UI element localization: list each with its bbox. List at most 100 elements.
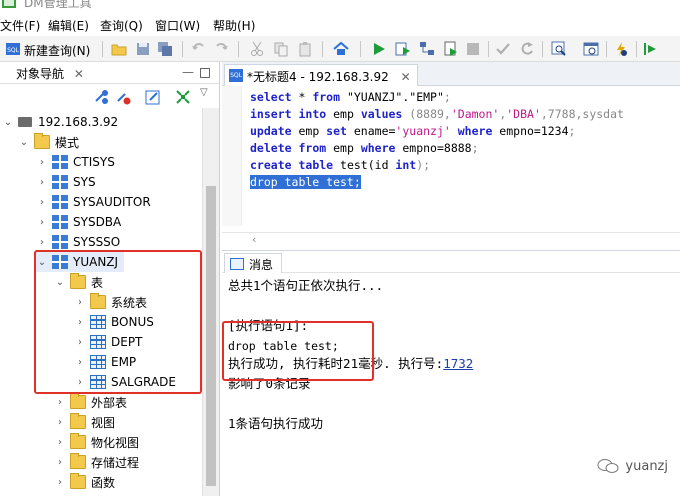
scrollbar-thumb[interactable] <box>206 186 216 486</box>
view-menu-icon[interactable]: ▽ <box>200 87 208 98</box>
expand-arrow-icon[interactable]: › <box>74 332 86 352</box>
cut-icon[interactable] <box>248 40 266 58</box>
execution-number-link[interactable]: 1732 <box>443 356 473 371</box>
save-all-icon[interactable] <box>156 40 174 58</box>
expand-arrow-icon[interactable]: › <box>36 232 48 252</box>
calendar-icon[interactable] <box>582 40 600 58</box>
tree-node-schema[interactable]: › SYS <box>36 172 96 192</box>
tree-node-folder[interactable]: › 视图 <box>54 412 115 432</box>
navigator-scrollbar[interactable] <box>202 108 219 496</box>
tree-node-schema[interactable]: › CTISYS <box>36 152 115 172</box>
explain-plan-icon[interactable] <box>418 40 436 58</box>
menu-edit[interactable]: 编辑(E) <box>48 17 89 34</box>
code-line[interactable]: insert into emp values (8889,'Damon','DB… <box>250 106 680 123</box>
code-line[interactable]: delete from emp where empno=8888; <box>250 140 680 157</box>
collapse-arrow-icon[interactable]: ⌄ <box>2 112 14 132</box>
tree-node-schema[interactable]: › SYSSSO <box>36 232 120 252</box>
collapse-arrow-icon[interactable]: ⌄ <box>54 272 66 292</box>
step-into-icon[interactable] <box>642 40 660 58</box>
sql-text: test(id <box>333 158 396 172</box>
expand-arrow-icon[interactable]: › <box>54 452 66 472</box>
tree-node-schema-selected[interactable]: ⌄ YUANZJ <box>36 252 125 272</box>
navigator-tabbar: 对象导航 ✕ — <box>0 62 219 84</box>
paste-icon[interactable] <box>296 40 314 58</box>
tree-node-tables[interactable]: ⌄ 表 <box>54 272 103 292</box>
collapse-arrow-icon[interactable]: ⌄ <box>18 132 30 152</box>
schema-label: SYSSSO <box>73 235 121 249</box>
tab-object-navigator[interactable]: 对象导航 ✕ <box>0 62 88 84</box>
menu-file[interactable]: 文件(F) <box>0 17 40 34</box>
new-query-button[interactable]: 新建查询(N) <box>24 42 90 59</box>
tree-node-schemas[interactable]: ⌄ 模式 <box>18 132 79 152</box>
execute-icon[interactable] <box>370 40 388 58</box>
tree-node-system-tables[interactable]: › 系统表 <box>74 292 147 312</box>
save-icon[interactable] <box>134 40 152 58</box>
tree-node-table[interactable]: › DEPT <box>74 332 142 352</box>
message-icon <box>230 258 244 270</box>
expand-arrow-icon[interactable]: › <box>54 432 66 452</box>
edit-icon[interactable] <box>144 88 162 106</box>
close-icon[interactable]: ✕ <box>74 67 84 81</box>
sql-text: emp <box>326 107 361 121</box>
tree-node-table[interactable]: › EMP <box>74 352 136 372</box>
maximize-icon[interactable] <box>200 68 210 78</box>
editor-horizontal-scrollbar[interactable]: ‹ <box>222 232 680 248</box>
tree-node-table[interactable]: › BONUS <box>74 312 154 332</box>
minimize-icon[interactable]: — <box>182 65 194 79</box>
disconnect-icon[interactable] <box>114 88 132 106</box>
expand-arrow-icon[interactable]: › <box>74 312 86 332</box>
open-folder-icon[interactable] <box>110 40 128 58</box>
expand-arrow-icon[interactable]: › <box>74 372 86 392</box>
tree-node-folder[interactable]: › 函数 <box>54 472 115 492</box>
tree-node-folder[interactable]: › 物化视图 <box>54 432 139 452</box>
expand-all-icon[interactable] <box>174 88 192 106</box>
schema-icon <box>52 175 68 189</box>
code-line[interactable]: drop table test; <box>250 174 680 191</box>
expand-arrow-icon[interactable]: › <box>36 212 48 232</box>
rollback-icon[interactable] <box>518 40 536 58</box>
tab-messages[interactable]: 消息 <box>224 253 283 273</box>
expand-arrow-icon[interactable]: › <box>54 412 66 432</box>
scroll-left-icon[interactable]: ‹ <box>252 233 256 246</box>
execute-script-icon[interactable] <box>442 40 460 58</box>
collapse-arrow-icon[interactable]: ⌄ <box>36 252 48 272</box>
home-icon[interactable] <box>332 40 350 58</box>
tab-sql-editor[interactable]: SQL *无标题4 - 192.168.3.92 ✕ <box>224 64 418 86</box>
sql-text: * <box>291 90 313 104</box>
tree-node-server[interactable]: ⌄ 192.168.3.92 <box>2 112 118 132</box>
selected-code: drop table test; <box>250 175 361 189</box>
sql-keyword: create <box>250 158 292 172</box>
close-icon[interactable]: ✕ <box>401 70 411 84</box>
find-icon[interactable] <box>550 40 568 58</box>
debug-icon[interactable] <box>612 40 630 58</box>
tree-node-folder[interactable]: › 存储过程 <box>54 452 139 472</box>
tree-node-schema[interactable]: › SYSAUDITOR <box>36 192 151 212</box>
expand-arrow-icon[interactable]: › <box>54 392 66 412</box>
code-line[interactable]: create table test(id int); <box>250 157 680 174</box>
menu-help[interactable]: 帮助(H) <box>213 17 255 34</box>
expand-arrow-icon[interactable]: › <box>54 472 66 492</box>
menu-window[interactable]: 窗口(W) <box>155 17 200 34</box>
expand-arrow-icon[interactable]: › <box>36 192 48 212</box>
commit-icon[interactable] <box>494 40 512 58</box>
expand-arrow-icon[interactable]: › <box>36 172 48 192</box>
message-panel: 消息 总共1个语句正依次执行... [执行语句1]: drop table te… <box>222 250 680 496</box>
redo-icon[interactable] <box>212 40 230 58</box>
connect-icon[interactable] <box>92 88 110 106</box>
tree-node-table[interactable]: › SALGRADE <box>74 372 176 392</box>
stop-icon[interactable] <box>464 40 482 58</box>
expand-arrow-icon[interactable]: › <box>74 352 86 372</box>
sql-code-area[interactable]: select * from "YUANZJ"."EMP"; insert into… <box>250 89 680 239</box>
tree-node-folder[interactable]: › 外部表 <box>54 392 127 412</box>
code-line[interactable]: update emp set ename='yuanzj' where empn… <box>250 123 680 140</box>
code-line[interactable]: select * from "YUANZJ"."EMP"; <box>250 89 680 106</box>
new-query-icon[interactable]: SQL <box>4 40 22 58</box>
execute-selection-icon[interactable] <box>394 40 412 58</box>
tree-node-schema[interactable]: › SYSDBA <box>36 212 121 232</box>
expand-arrow-icon[interactable]: › <box>36 152 48 172</box>
copy-icon[interactable] <box>272 40 290 58</box>
menu-query[interactable]: 查询(Q) <box>100 17 143 34</box>
undo-icon[interactable] <box>190 40 208 58</box>
folder-icon <box>70 273 86 289</box>
expand-arrow-icon[interactable]: › <box>74 292 86 312</box>
